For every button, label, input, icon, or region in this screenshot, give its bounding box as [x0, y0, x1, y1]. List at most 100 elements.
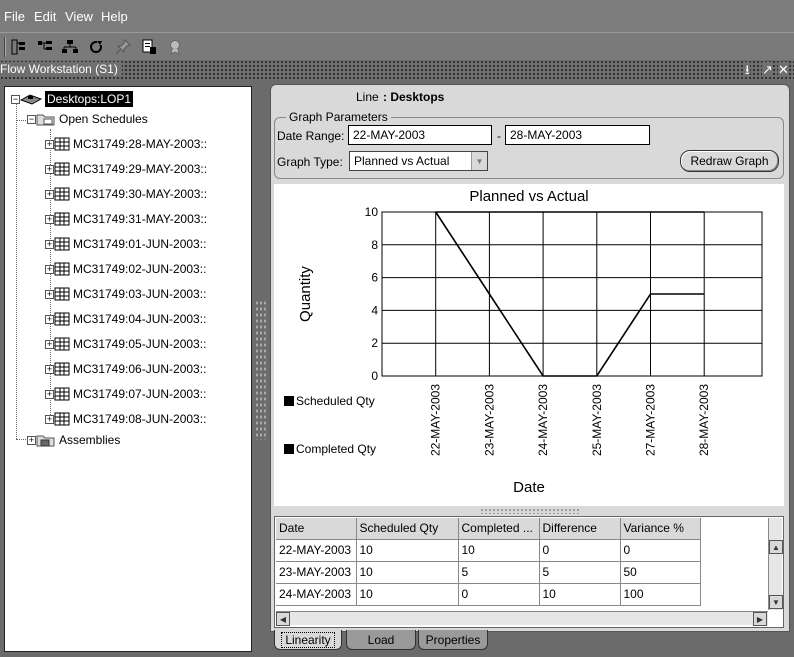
x-tick-label: 22-MAY-2003: [429, 384, 443, 456]
tree-node-schedule[interactable]: + MC31749:07-JUN-2003::: [45, 384, 206, 404]
expand-icon[interactable]: +: [45, 289, 54, 299]
column-header-date[interactable]: Date: [276, 518, 357, 540]
table-row[interactable]: 23-MAY-2003 10 5 5 50: [276, 561, 701, 584]
legend-swatch: [284, 396, 294, 406]
tab-properties[interactable]: Properties: [418, 630, 488, 650]
expand-icon[interactable]: +: [45, 264, 54, 274]
date-from-field[interactable]: 22-MAY-2003: [348, 125, 492, 145]
redraw-graph-button[interactable]: Redraw Graph: [680, 150, 779, 172]
table-cell[interactable]: 5: [539, 561, 621, 584]
table-cell[interactable]: 50: [620, 561, 701, 584]
expand-icon[interactable]: +: [45, 164, 54, 174]
chart-grid-splitter[interactable]: [480, 508, 580, 514]
tree-node-open-schedules[interactable]: − Open Schedules: [27, 109, 148, 129]
table-cell[interactable]: 0: [458, 583, 540, 606]
scroll-left-icon[interactable]: ◀: [276, 612, 290, 626]
tab-label: Properties: [425, 632, 481, 647]
expand-icon[interactable]: +: [45, 239, 54, 249]
table-cell[interactable]: 0: [539, 539, 621, 562]
table-cell[interactable]: 10: [356, 539, 459, 562]
folder-icon: [36, 435, 55, 447]
toolbar: [0, 32, 794, 60]
tree-view-icon[interactable]: [9, 37, 29, 57]
refresh-icon[interactable]: [86, 37, 106, 57]
expand-icon[interactable]: +: [27, 435, 36, 445]
maximize-icon[interactable]: ↗: [762, 62, 773, 77]
expand-icon[interactable]: +: [45, 214, 54, 224]
table-cell[interactable]: 5: [458, 561, 540, 584]
pin-icon[interactable]: [113, 37, 133, 57]
table-cell[interactable]: 100: [620, 583, 701, 606]
pane-splitter[interactable]: [256, 300, 266, 440]
y-tick-label: 0: [371, 369, 378, 383]
menu-help[interactable]: Help: [101, 9, 128, 24]
table-row[interactable]: 22-MAY-2003 10 10 0 0: [276, 539, 701, 562]
menu-file[interactable]: File: [4, 9, 25, 24]
table-cell[interactable]: 10: [356, 583, 459, 606]
expand-icon[interactable]: +: [45, 414, 54, 424]
graph-type-select[interactable]: Planned vs Actual ▼: [349, 151, 488, 171]
scroll-right-icon[interactable]: ▶: [753, 612, 767, 626]
tree-node-schedule[interactable]: + MC31749:05-JUN-2003::: [45, 334, 206, 354]
table-cell[interactable]: 10: [458, 539, 540, 562]
table-cell[interactable]: 10: [539, 583, 621, 606]
close-icon[interactable]: ✕: [778, 62, 789, 77]
horizontal-scrollbar[interactable]: ◀ ▶: [276, 611, 768, 626]
collapse-icon[interactable]: −: [11, 94, 20, 104]
column-header-scheduled-qty[interactable]: Scheduled Qty: [356, 518, 459, 540]
vertical-scrollbar[interactable]: ▲ ▼: [768, 518, 783, 610]
column-header-difference[interactable]: Difference: [539, 518, 621, 540]
scroll-up-icon[interactable]: ▲: [769, 540, 783, 554]
tree-node-schedule[interactable]: + MC31749:08-JUN-2003::: [45, 409, 206, 429]
minimize-icon[interactable]: ⭳: [745, 62, 750, 77]
tree-node-assemblies[interactable]: + Assemblies: [27, 430, 120, 450]
table-cell[interactable]: 22-MAY-2003: [276, 539, 357, 562]
tree-node-schedule[interactable]: + MC31749:30-MAY-2003::: [45, 184, 207, 204]
table-cell[interactable]: 0: [620, 539, 701, 562]
tree-node-schedule[interactable]: + MC31749:29-MAY-2003::: [45, 159, 207, 179]
tree-label: MC31749:30-MAY-2003::: [73, 187, 208, 201]
tree-node-schedule[interactable]: + MC31749:31-MAY-2003::: [45, 209, 207, 229]
menu-edit[interactable]: Edit: [34, 9, 56, 24]
chart-y-axis-label: Quantity: [297, 266, 314, 322]
hierarchy-icon[interactable]: [60, 37, 80, 57]
column-header-completed[interactable]: Completed ...: [458, 518, 540, 540]
tree-node-schedule[interactable]: + MC31749:06-JUN-2003::: [45, 359, 206, 379]
expand-icon[interactable]: +: [45, 139, 54, 149]
tree-label: MC31749:01-JUN-2003::: [73, 237, 207, 251]
window-title-bar[interactable]: Flow Workstation (S1) ⭳ ↗ ✕: [0, 60, 794, 80]
menu-view[interactable]: View: [65, 9, 93, 24]
tree-node-schedule[interactable]: + MC31749:28-MAY-2003::: [45, 134, 207, 154]
document-settings-icon[interactable]: [139, 37, 159, 57]
y-tick-label: 4: [371, 303, 378, 317]
table-cell[interactable]: 24-MAY-2003: [276, 583, 357, 606]
graph-type-label: Graph Type:: [277, 155, 343, 169]
expand-icon[interactable]: +: [45, 339, 54, 349]
table-cell[interactable]: 23-MAY-2003: [276, 561, 357, 584]
folder-open-icon: [36, 114, 55, 126]
expand-icon[interactable]: +: [45, 364, 54, 374]
schedule-icon: [54, 337, 70, 351]
expand-icon[interactable]: +: [45, 314, 54, 324]
tree-node-schedule[interactable]: + MC31749:01-JUN-2003::: [45, 234, 206, 254]
tree-node-root[interactable]: − Desktops:LOP1: [11, 89, 134, 109]
table-cell[interactable]: 10: [356, 561, 459, 584]
column-header-variance[interactable]: Variance %: [620, 518, 701, 540]
tab-load[interactable]: Load: [346, 630, 416, 650]
tab-linearity[interactable]: Linearity: [274, 630, 342, 650]
chevron-down-icon[interactable]: ▼: [471, 152, 487, 170]
tree-label: MC31749:08-JUN-2003::: [73, 412, 207, 426]
tree-node-schedule[interactable]: + MC31749:04-JUN-2003::: [45, 309, 206, 329]
tree-root-label: Desktops:LOP1: [45, 91, 134, 107]
collapse-icon[interactable]: −: [27, 114, 36, 124]
expand-icon[interactable]: +: [45, 389, 54, 399]
tree-connector: [16, 103, 17, 439]
tree-node-schedule[interactable]: + MC31749:02-JUN-2003::: [45, 259, 206, 279]
table-row[interactable]: 24-MAY-2003 10 0 10 100: [276, 583, 701, 606]
scroll-down-icon[interactable]: ▼: [769, 595, 783, 609]
award-icon[interactable]: [165, 37, 185, 57]
date-to-field[interactable]: 28-MAY-2003: [505, 125, 650, 145]
expand-icon[interactable]: +: [45, 189, 54, 199]
tree-node-schedule[interactable]: + MC31749:03-JUN-2003::: [45, 284, 206, 304]
expand-icon[interactable]: [35, 37, 55, 57]
